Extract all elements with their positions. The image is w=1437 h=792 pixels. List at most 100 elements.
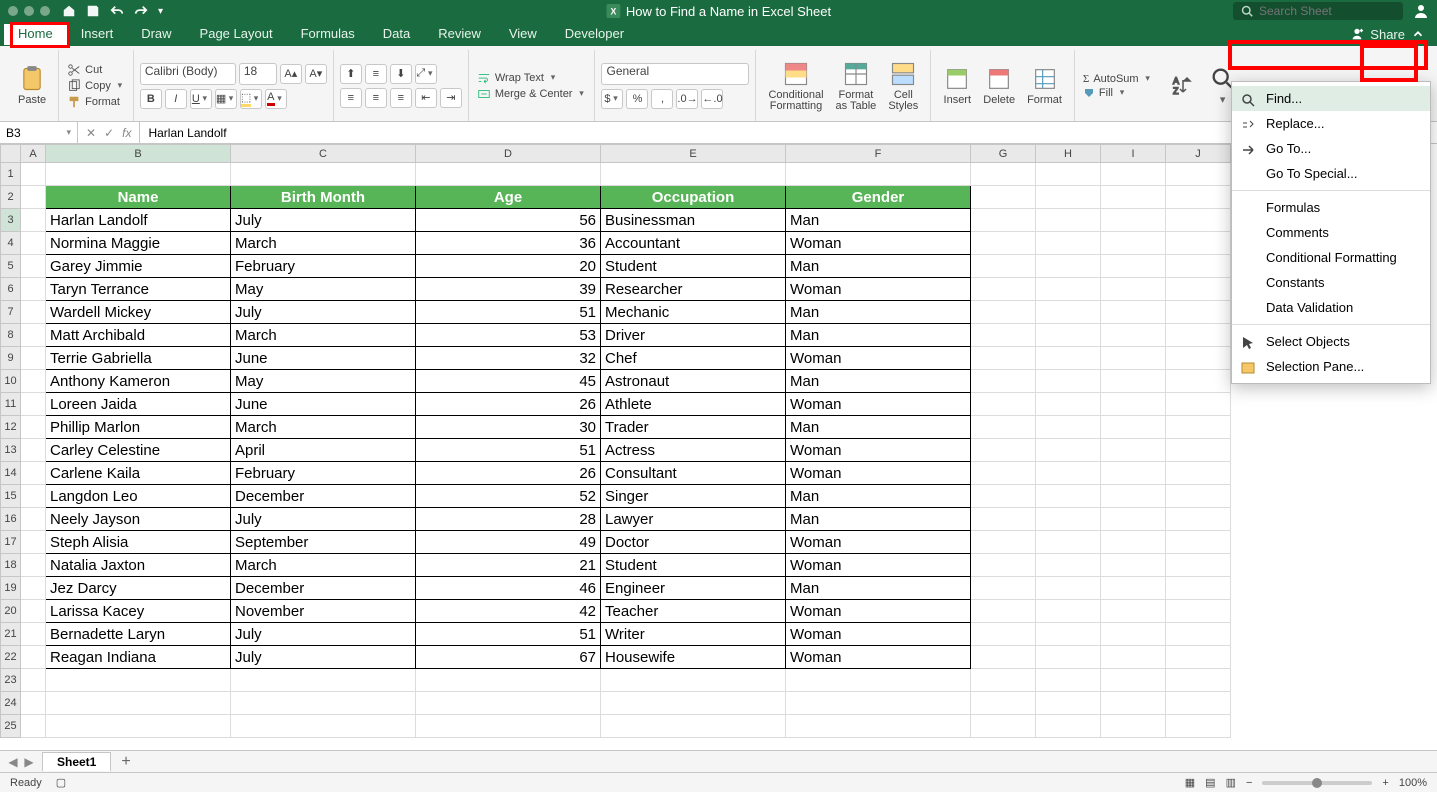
cell[interactable]: 67 [416,646,601,669]
cell[interactable]: July [231,209,416,232]
cell[interactable] [1166,508,1231,531]
merge-center-button[interactable]: Merge & Center▾ [475,86,589,102]
cell[interactable] [971,163,1036,186]
cell[interactable]: Wardell Mickey [46,301,231,324]
cell[interactable] [21,715,46,738]
cell[interactable] [1166,393,1231,416]
cell[interactable]: Woman [786,232,971,255]
row-header[interactable]: 4 [1,232,21,255]
row-header[interactable]: 23 [1,669,21,692]
cell[interactable]: 51 [416,623,601,646]
cell[interactable]: Terrie Gabriella [46,347,231,370]
sheet-nav-last-icon[interactable]: ▶ [22,755,36,769]
name-box[interactable]: ▾ [0,122,78,143]
cell[interactable] [21,577,46,600]
cell[interactable]: 51 [416,301,601,324]
cell[interactable]: 52 [416,485,601,508]
cell[interactable] [21,209,46,232]
cell[interactable]: Man [786,508,971,531]
row-header[interactable]: 1 [1,163,21,186]
cell[interactable] [1036,416,1101,439]
cell[interactable] [1166,669,1231,692]
row-header[interactable]: 11 [1,393,21,416]
cell[interactable]: 42 [416,600,601,623]
row-header[interactable]: 22 [1,646,21,669]
fill-button[interactable]: Fill▾ [1081,86,1155,100]
row-header[interactable]: 3 [1,209,21,232]
row-header[interactable]: 9 [1,347,21,370]
cell[interactable] [21,278,46,301]
row-header[interactable]: 5 [1,255,21,278]
sort-filter-button[interactable]: AZ [1167,72,1195,100]
cell[interactable]: February [231,462,416,485]
menu-goto[interactable]: Go To... [1232,136,1430,161]
cell[interactable] [1166,623,1231,646]
cell[interactable] [1101,508,1166,531]
cell[interactable]: Anthony Kameron [46,370,231,393]
font-size-select[interactable]: 18 [239,63,277,85]
cell[interactable] [21,255,46,278]
cell[interactable] [21,301,46,324]
cell[interactable] [601,715,786,738]
cell[interactable] [1101,255,1166,278]
zoom-level[interactable]: 100% [1399,777,1427,789]
cell[interactable] [1036,715,1101,738]
font-color-button[interactable]: A▾ [265,89,287,109]
col-header[interactable]: G [971,145,1036,163]
cell[interactable] [1036,370,1101,393]
sheet-nav-first-icon[interactable]: ◀ [6,755,20,769]
cell[interactable]: February [231,255,416,278]
cell[interactable]: Langdon Leo [46,485,231,508]
cell[interactable] [1166,186,1231,209]
cell[interactable] [46,692,231,715]
cell[interactable] [971,600,1036,623]
cell[interactable] [1166,531,1231,554]
cell[interactable]: Researcher [601,278,786,301]
row-header[interactable]: 8 [1,324,21,347]
cell[interactable] [971,692,1036,715]
cell[interactable] [1036,186,1101,209]
cell[interactable]: Natalia Jaxton [46,554,231,577]
cell[interactable]: Man [786,416,971,439]
cell[interactable]: 49 [416,531,601,554]
cell[interactable]: December [231,485,416,508]
cell[interactable] [1166,715,1231,738]
cell[interactable] [1036,301,1101,324]
cell[interactable] [1101,278,1166,301]
cell[interactable] [21,485,46,508]
cell[interactable]: July [231,646,416,669]
macro-record-icon[interactable]: ▢ [56,776,66,789]
cell[interactable]: Housewife [601,646,786,669]
cell[interactable]: Lawyer [601,508,786,531]
cell[interactable] [1036,508,1101,531]
menu-data-validation[interactable]: Data Validation [1232,295,1430,320]
font-name-select[interactable]: Calibri (Body) [140,63,236,85]
cell[interactable] [971,370,1036,393]
cell[interactable] [416,692,601,715]
tab-data[interactable]: Data [369,24,424,45]
cell[interactable] [786,163,971,186]
cell[interactable] [21,600,46,623]
cell[interactable] [1101,623,1166,646]
align-middle-button[interactable]: ≡ [365,64,387,84]
cell[interactable]: Man [786,370,971,393]
qat-more-icon[interactable]: ▾ [158,6,163,17]
cell[interactable]: 36 [416,232,601,255]
cell[interactable] [1101,462,1166,485]
tab-draw[interactable]: Draw [127,24,185,45]
cell[interactable] [971,554,1036,577]
cell[interactable]: Man [786,324,971,347]
cell[interactable] [231,715,416,738]
cell[interactable] [1166,324,1231,347]
row-header[interactable]: 10 [1,370,21,393]
cell[interactable] [1101,393,1166,416]
row-header[interactable]: 14 [1,462,21,485]
bold-button[interactable]: B [140,89,162,109]
cell[interactable] [1101,301,1166,324]
cell[interactable] [971,577,1036,600]
cell[interactable]: 20 [416,255,601,278]
undo-icon[interactable] [110,4,124,18]
cell[interactable] [21,462,46,485]
copy-button[interactable]: Copy▾ [65,78,127,94]
cell[interactable] [1166,347,1231,370]
